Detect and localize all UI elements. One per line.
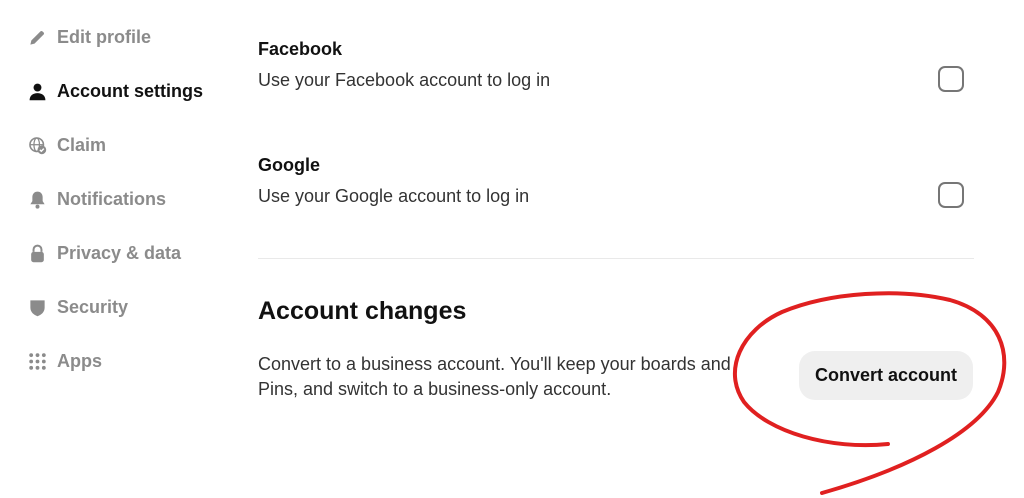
settings-sidebar: Edit profile Account settings Claim Noti… <box>0 0 230 498</box>
account-changes-heading: Account changes <box>258 297 467 325</box>
sidebar-item-edit-profile[interactable]: Edit profile <box>28 22 151 52</box>
shield-icon <box>28 298 47 317</box>
grid-dots-icon <box>28 352 47 371</box>
sidebar-item-notifications[interactable]: Notifications <box>28 184 166 214</box>
convert-account-button[interactable]: Convert account <box>799 351 973 400</box>
facebook-login-checkbox[interactable] <box>938 66 964 92</box>
account-settings-main: Facebook Use your Facebook account to lo… <box>258 0 974 498</box>
bell-icon <box>28 190 47 209</box>
sidebar-item-label: Edit profile <box>57 26 151 47</box>
account-changes-description: Convert to a business account. You'll ke… <box>258 354 731 399</box>
google-login-checkbox[interactable] <box>938 182 964 208</box>
sidebar-item-label: Notifications <box>57 188 167 209</box>
login-option-description: Use your Google account to log in <box>258 186 530 206</box>
facebook-login-option: Facebook Use your Facebook account to lo… <box>258 37 974 92</box>
login-option-title: Google <box>258 155 320 175</box>
sidebar-item-privacy-data[interactable]: Privacy & data <box>28 238 181 268</box>
pencil-icon <box>28 28 47 47</box>
lock-icon <box>28 244 47 263</box>
google-login-option: Google Use your Google account to log in <box>258 153 974 208</box>
sidebar-item-security[interactable]: Security <box>28 292 128 322</box>
sidebar-item-label: Apps <box>57 350 102 371</box>
sidebar-item-label: Security <box>57 296 129 317</box>
globe-check-icon <box>28 136 47 155</box>
person-icon <box>28 82 47 101</box>
sidebar-item-apps[interactable]: Apps <box>28 346 102 376</box>
sidebar-item-account-settings[interactable]: Account settings <box>28 76 203 106</box>
sidebar-item-label: Claim <box>57 134 107 155</box>
login-option-description: Use your Facebook account to log in <box>258 70 551 90</box>
sidebar-item-label: Account settings <box>57 80 204 101</box>
section-divider <box>258 258 974 259</box>
sidebar-item-label: Privacy & data <box>57 242 182 263</box>
login-option-title: Facebook <box>258 39 343 59</box>
sidebar-item-claim[interactable]: Claim <box>28 130 106 160</box>
